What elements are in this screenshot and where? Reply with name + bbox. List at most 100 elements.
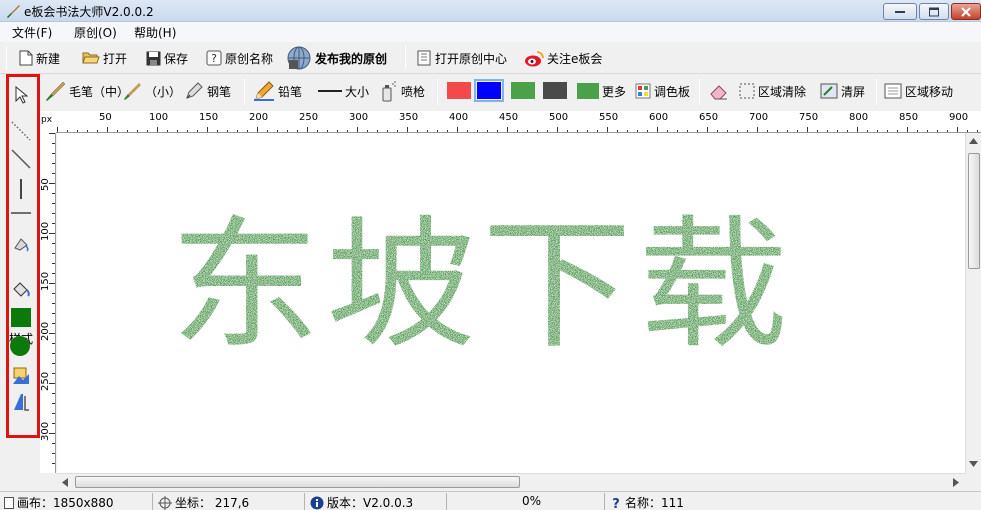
original-name-button[interactable]: ? 原创名称 bbox=[206, 47, 273, 69]
clear-area-button[interactable]: 区域清除 bbox=[739, 80, 806, 102]
size-button[interactable]: 大小 bbox=[318, 80, 369, 102]
horizontal-scrollbar[interactable] bbox=[57, 473, 965, 490]
palette-button[interactable]: 调色板 bbox=[635, 80, 690, 102]
ruler-tick bbox=[52, 443, 55, 444]
follow-button[interactable]: 关注e板会 bbox=[524, 47, 602, 69]
ruler-label: 500 bbox=[549, 112, 569, 123]
more-colors-button[interactable]: 更多 bbox=[577, 80, 626, 102]
brush-icon bbox=[5, 3, 21, 22]
vertical-ruler: 50 100 150 200 250 300 bbox=[40, 133, 56, 473]
ruler-tick bbox=[52, 313, 55, 314]
ruler-label: 250 bbox=[40, 371, 51, 391]
toolbar-separator bbox=[876, 79, 877, 105]
pencil-icon bbox=[254, 81, 274, 101]
new-button[interactable]: 新建 bbox=[19, 47, 60, 69]
ruler-label: 850 bbox=[899, 112, 919, 123]
scroll-left-icon[interactable] bbox=[62, 478, 68, 487]
book-icon bbox=[417, 50, 431, 66]
toolbar-separator bbox=[244, 79, 245, 105]
brush-small-button[interactable]: （小） bbox=[122, 80, 181, 102]
spray-label: 喷枪 bbox=[401, 84, 426, 99]
version-text: 版本：V2.0.0.3 bbox=[327, 496, 414, 510]
eraser-button[interactable] bbox=[709, 80, 729, 102]
ruler-tick bbox=[52, 143, 55, 144]
pen-button[interactable]: 钢笔 bbox=[184, 80, 231, 102]
scroll-right-icon[interactable] bbox=[953, 478, 959, 487]
open-center-label: 打开原创中心 bbox=[435, 51, 508, 66]
ruler-tick bbox=[52, 423, 55, 424]
save-button[interactable]: 保存 bbox=[146, 47, 188, 69]
color-swatch-green[interactable] bbox=[511, 82, 535, 99]
pencil-button[interactable]: 铅笔 bbox=[253, 80, 302, 102]
ruler-tick bbox=[52, 363, 55, 364]
canvas-size-text: 画布：1850x880 bbox=[17, 496, 114, 510]
progress-text: 0% bbox=[522, 494, 542, 508]
scrollbar-corner bbox=[965, 473, 981, 490]
ruler-label: 350 bbox=[399, 112, 419, 123]
horizontal-scroll-thumb[interactable] bbox=[75, 476, 520, 488]
more-label: 更多 bbox=[602, 84, 627, 99]
eraser-icon bbox=[710, 85, 727, 100]
menu-file[interactable]: 文件(F) bbox=[12, 24, 52, 41]
help-icon: ? bbox=[612, 497, 620, 510]
palette-icon bbox=[635, 83, 651, 99]
maximize-button[interactable] bbox=[919, 3, 949, 20]
scroll-up-icon[interactable] bbox=[969, 138, 978, 144]
title-bar: e板会书法大师V2.0.0.2 bbox=[0, 0, 981, 22]
ruler-label: 50 bbox=[40, 178, 51, 191]
clear-screen-label: 清屏 bbox=[841, 84, 866, 99]
minimize-button[interactable] bbox=[883, 3, 917, 20]
spray-button[interactable]: 喷枪 bbox=[378, 80, 425, 102]
menu-bar: 文件(F) 原创(O) 帮助(H) bbox=[0, 22, 981, 42]
vertical-scroll-thumb[interactable] bbox=[968, 153, 980, 269]
svg-text:?: ? bbox=[211, 52, 217, 65]
move-area-label: 区域移动 bbox=[905, 84, 954, 99]
ruler-label: 900 bbox=[949, 112, 969, 123]
color-swatch-red[interactable] bbox=[447, 82, 471, 99]
scroll-down-icon[interactable] bbox=[969, 461, 978, 467]
ruler-label: 800 bbox=[849, 112, 869, 123]
pen-icon bbox=[186, 82, 203, 99]
main-toolbar: 新建 打开 保存 ? 原创名称 发布我的原创 打开原创中心 关注e板会 bbox=[0, 42, 981, 74]
clear-screen-button[interactable]: 清屏 bbox=[820, 80, 865, 102]
move-area-button[interactable]: 区域移动 bbox=[884, 80, 953, 102]
ruler-label: 600 bbox=[649, 112, 669, 123]
close-button[interactable] bbox=[951, 3, 981, 20]
ruler-label: 650 bbox=[699, 112, 719, 123]
ruler-label: 700 bbox=[749, 112, 769, 123]
drawing-canvas[interactable]: 东坡下载 bbox=[57, 133, 965, 473]
save-label: 保存 bbox=[164, 51, 189, 66]
color-swatch-dark[interactable] bbox=[543, 82, 567, 99]
menu-help[interactable]: 帮助(H) bbox=[134, 24, 176, 41]
open-button[interactable]: 打开 bbox=[82, 47, 127, 69]
calligraphy-brush-icon bbox=[46, 81, 66, 101]
small-brush-icon bbox=[124, 83, 141, 100]
ruler-tick bbox=[52, 263, 55, 264]
open-center-button[interactable]: 打开原创中心 bbox=[416, 47, 507, 69]
folder-open-icon bbox=[82, 52, 100, 64]
publish-button[interactable]: 发布我的原创 bbox=[286, 45, 387, 71]
dashed-select-icon bbox=[739, 83, 755, 99]
menu-original[interactable]: 原创(O) bbox=[74, 24, 117, 41]
brush-medium-button[interactable]: 毛笔（中） bbox=[44, 80, 129, 102]
open-label: 打开 bbox=[103, 51, 128, 66]
vertical-scrollbar[interactable] bbox=[965, 133, 981, 473]
ruler-tick bbox=[52, 453, 55, 454]
ruler-tick bbox=[52, 373, 55, 374]
ruler-tick bbox=[52, 293, 55, 294]
clear-screen-icon bbox=[820, 83, 838, 99]
info-icon bbox=[310, 496, 324, 509]
more-colors-swatch bbox=[577, 83, 599, 99]
toolbar-separator bbox=[699, 79, 700, 105]
publish-label: 发布我的原创 bbox=[315, 51, 388, 66]
floppy-icon bbox=[146, 51, 161, 65]
ruler-label: 450 bbox=[499, 112, 519, 123]
new-label: 新建 bbox=[36, 51, 61, 66]
ruler-tick bbox=[52, 273, 55, 274]
ruler-label: 400 bbox=[449, 112, 469, 123]
status-separator bbox=[604, 493, 605, 510]
ruler-label: 550 bbox=[599, 112, 619, 123]
ruler-label: 100 bbox=[149, 112, 169, 123]
color-swatch-blue[interactable] bbox=[474, 79, 504, 102]
calligraphy-artwork-text: 东坡下载 bbox=[170, 202, 794, 369]
